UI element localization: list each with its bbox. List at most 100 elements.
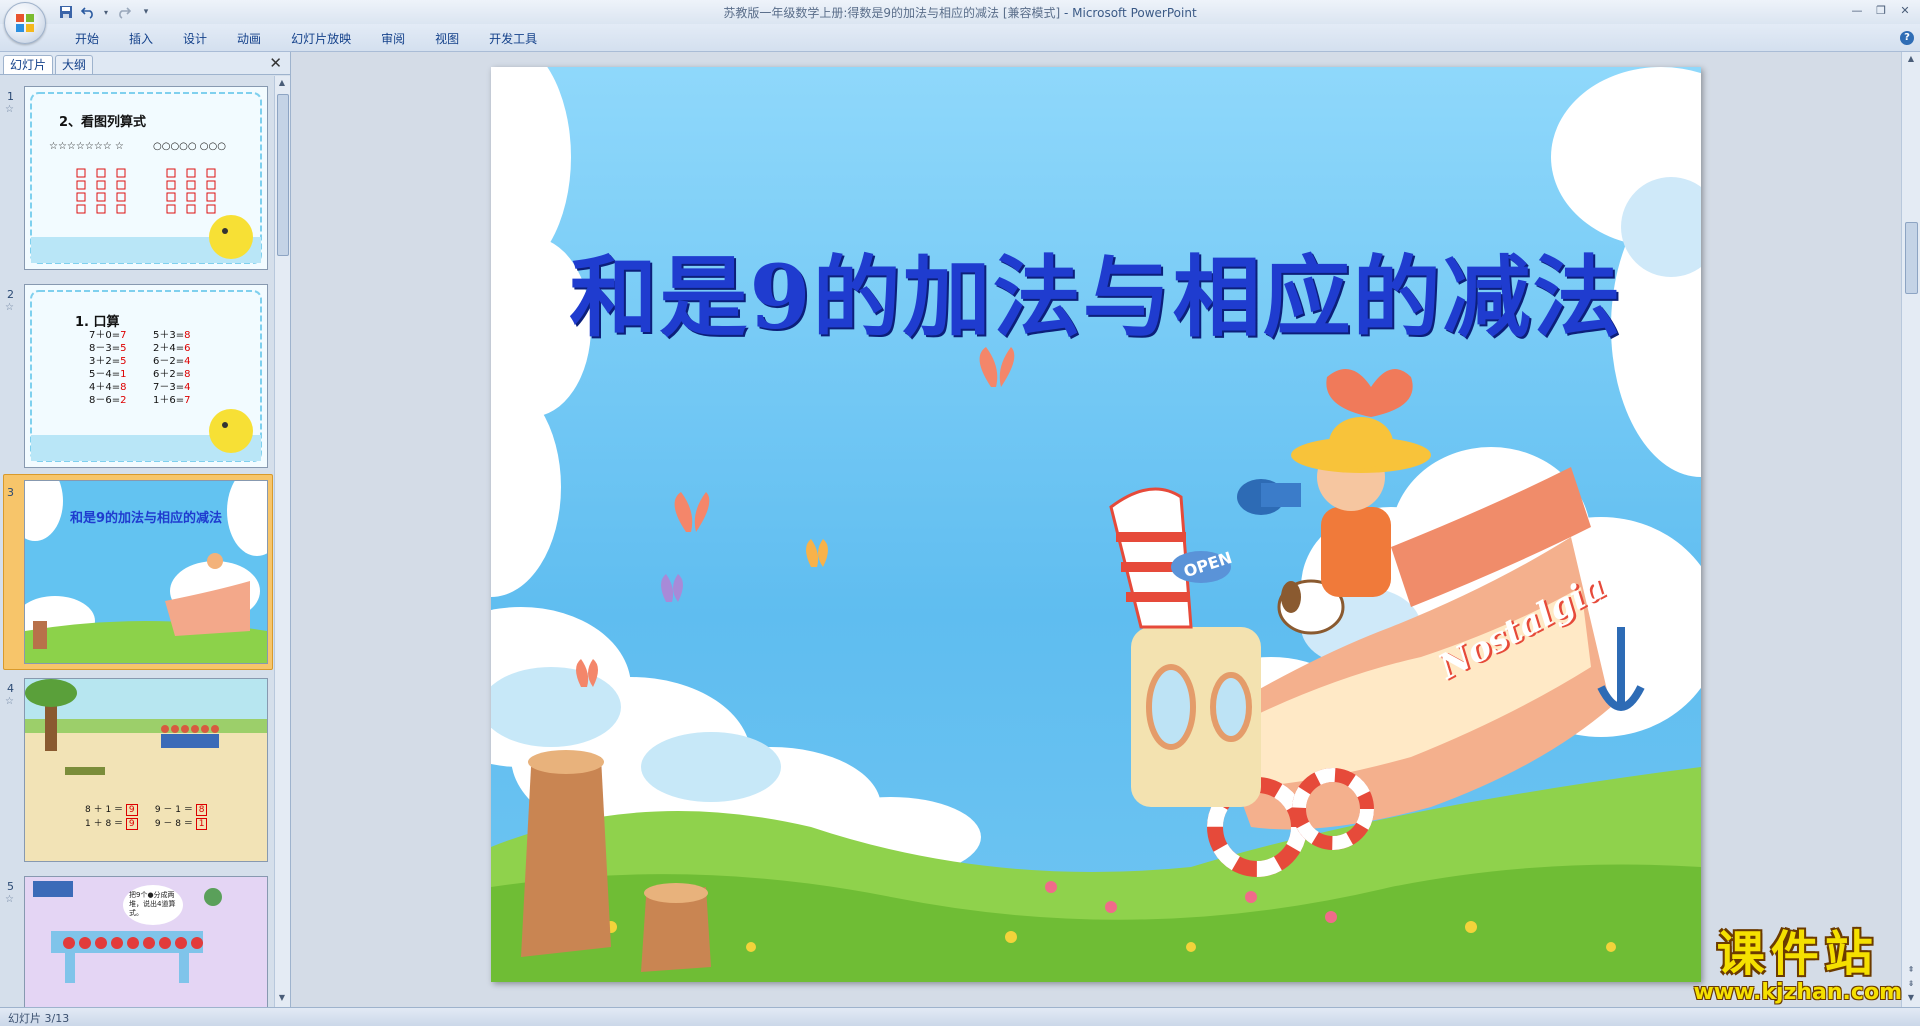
answer: 7 — [184, 395, 191, 406]
thumb-2-right-column: 5＋3=8 2＋4=6 6－2=4 6＋2=8 7－3=4 1＋6=7 — [153, 329, 190, 407]
equation: 1 ＋ 8 ＝ — [85, 819, 124, 829]
tab-outline[interactable]: 大纲 — [55, 55, 94, 74]
previous-slide-icon[interactable]: ⇞ — [1906, 965, 1916, 977]
help-icon[interactable]: ? — [1900, 31, 1914, 45]
close-pane-icon[interactable]: ✕ — [269, 54, 282, 72]
current-slide[interactable]: OPEN Nostalgia 和是9的加法与相应的减法 — [491, 67, 1701, 982]
thumbnail-slide-3[interactable]: 和是9的加法与相应的减法 — [24, 480, 268, 664]
thumb-5-bubble-text: 把9个●分成两堆，说出4道算式。 — [129, 891, 176, 917]
thumbnail-slide-5[interactable]: 把9个●分成两堆，说出4道算式。 — [24, 876, 268, 1007]
tab-insert[interactable]: 插入 — [114, 30, 168, 48]
answer: 5 — [120, 343, 127, 354]
animation-star-icon: ☆ — [5, 894, 14, 905]
slide-title[interactable]: 和是9的加法与相应的减法 — [491, 227, 1701, 354]
answer: 2 — [120, 395, 127, 406]
tab-home[interactable]: 开始 — [60, 30, 114, 48]
close-window-icon[interactable]: ✕ — [1894, 2, 1916, 18]
thumbnail-list: 1 ☆ 2、看图列算式 ☆☆☆☆☆☆☆ ☆ ○○○○○ ○○○ 2 ☆ 1. 口… — [0, 76, 274, 1007]
slide-illustration — [491, 67, 1701, 982]
equation: 4＋4= — [89, 382, 121, 393]
office-button[interactable] — [4, 2, 46, 44]
ribbon: 开始 插入 设计 动画 幻灯片放映 审阅 视图 开发工具 ? — [0, 24, 1920, 52]
watermark-text: 课件站 — [1716, 926, 1879, 982]
answer: 6 — [184, 343, 191, 354]
thumb-1-title: 2、看图列算式 — [59, 115, 147, 130]
scrollbar-thumb[interactable] — [277, 94, 289, 256]
tab-view[interactable]: 视图 — [420, 30, 474, 48]
equation: 1＋6= — [153, 395, 185, 406]
tab-developer[interactable]: 开发工具 — [474, 30, 552, 48]
equation: 9 － 1 ＝ — [154, 805, 193, 815]
title-bar: ▾ ▾ 苏教版一年级数学上册:得数是9的加法与相应的减法 [兼容模式] - Mi… — [0, 0, 1920, 44]
thumb-number: 1 — [7, 90, 14, 103]
thumb-2-background — [25, 285, 267, 467]
answer: 9 — [125, 804, 138, 816]
thumb-4-equations: 8 ＋ 1 ＝ 9 9 － 1 ＝ 8 1 ＋ 8 ＝ 9 9 － 8 ＝ 1 — [85, 803, 208, 831]
thumb-1-stars: ☆☆☆☆☆☆☆ ☆ — [49, 141, 124, 152]
scroll-down-icon[interactable]: ▼ — [1906, 993, 1916, 1005]
thumbnail-scrollbar[interactable]: ▲ ▼ — [274, 76, 290, 1007]
slide-editor: OPEN Nostalgia 和是9的加法与相应的减法 — [291, 52, 1902, 1007]
status-bar: 幻灯片 3/13 — [0, 1007, 1920, 1026]
answer: 5 — [120, 356, 127, 367]
restore-icon[interactable]: ❐ — [1870, 2, 1892, 18]
thumb-4-background — [25, 679, 267, 861]
equation: 6＋2= — [153, 369, 185, 380]
answer: 8 — [195, 804, 208, 816]
tab-animations[interactable]: 动画 — [222, 30, 276, 48]
answer: 7 — [120, 330, 127, 341]
minimize-icon[interactable]: — — [1846, 2, 1868, 18]
thumb-number: 3 — [7, 486, 14, 499]
animation-star-icon: ☆ — [5, 696, 14, 707]
equation: 8－6= — [89, 395, 121, 406]
thumbnail-slide-2[interactable]: 1. 口算 7＋0=7 8－3=5 3＋2=5 5－4=1 4＋4=8 8－6=… — [24, 284, 268, 468]
equation: 7－3= — [153, 382, 185, 393]
equation: 8－3= — [89, 343, 121, 354]
answer: 8 — [184, 330, 191, 341]
office-logo-icon — [16, 14, 34, 32]
document-title: 苏教版一年级数学上册:得数是9的加法与相应的减法 [兼容模式] — [723, 6, 1061, 20]
slides-pane: 幻灯片 大纲 ✕ 1 ☆ 2、看图列算式 ☆☆☆☆☆☆☆ ☆ ○○○○○ ○○○… — [0, 52, 291, 1007]
equation: 6－2= — [153, 356, 185, 367]
animation-star-icon: ☆ — [5, 302, 14, 313]
equation: 9 － 8 ＝ — [154, 819, 193, 829]
equation: 2＋4= — [153, 343, 185, 354]
answer: 8 — [120, 382, 127, 393]
window-title: 苏教版一年级数学上册:得数是9的加法与相应的减法 [兼容模式] - Micros… — [0, 4, 1920, 21]
scroll-up-icon[interactable]: ▲ — [277, 78, 287, 90]
thumb-number: 5 — [7, 880, 14, 893]
pane-tabs: 幻灯片 大纲 ✕ — [0, 52, 290, 75]
tab-slide-show[interactable]: 幻灯片放映 — [276, 30, 366, 48]
tab-design[interactable]: 设计 — [168, 30, 222, 48]
slide-counter: 幻灯片 3/13 — [8, 1012, 70, 1025]
thumbnail-slide-4[interactable]: 8 ＋ 1 ＝ 9 9 － 1 ＝ 8 1 ＋ 8 ＝ 9 9 － 8 ＝ 1 — [24, 678, 268, 862]
scrollbar-thumb[interactable] — [1905, 222, 1918, 294]
answer: 9 — [125, 818, 138, 830]
equation: 5＋3= — [153, 330, 185, 341]
thumb-2-title: 1. 口算 — [75, 315, 120, 330]
answer: 4 — [184, 356, 191, 367]
equation: 7＋0= — [89, 330, 121, 341]
app-name: - Microsoft PowerPoint — [1060, 6, 1197, 20]
thumbnail-slide-1[interactable]: 2、看图列算式 ☆☆☆☆☆☆☆ ☆ ○○○○○ ○○○ — [24, 86, 268, 270]
tab-slides[interactable]: 幻灯片 — [3, 55, 54, 74]
tab-review[interactable]: 审阅 — [366, 30, 420, 48]
equation: 3＋2= — [89, 356, 121, 367]
thumb-1-circles: ○○○○○ ○○○ — [153, 141, 226, 152]
thumb-3-title: 和是9的加法与相应的减法 — [69, 511, 223, 526]
scroll-down-icon[interactable]: ▼ — [277, 993, 287, 1005]
slide-scrollbar[interactable]: ▲ ⇞ ⇟ ▼ — [1901, 52, 1920, 1007]
equation: 8 ＋ 1 ＝ — [85, 805, 124, 815]
answer: 8 — [184, 369, 191, 380]
next-slide-icon[interactable]: ⇟ — [1906, 979, 1916, 991]
thumb-number: 4 — [7, 682, 14, 695]
thumb-number: 2 — [7, 288, 14, 301]
answer: 4 — [184, 382, 191, 393]
animation-star-icon: ☆ — [5, 104, 14, 115]
scroll-up-icon[interactable]: ▲ — [1906, 54, 1916, 66]
answer: 1 — [120, 369, 127, 380]
equation: 5－4= — [89, 369, 121, 380]
window-controls: — ❐ ✕ — [1846, 2, 1916, 18]
answer: 1 — [195, 818, 208, 830]
watermark-logo: 课件站 www.kjzhan.com — [1693, 928, 1902, 1005]
